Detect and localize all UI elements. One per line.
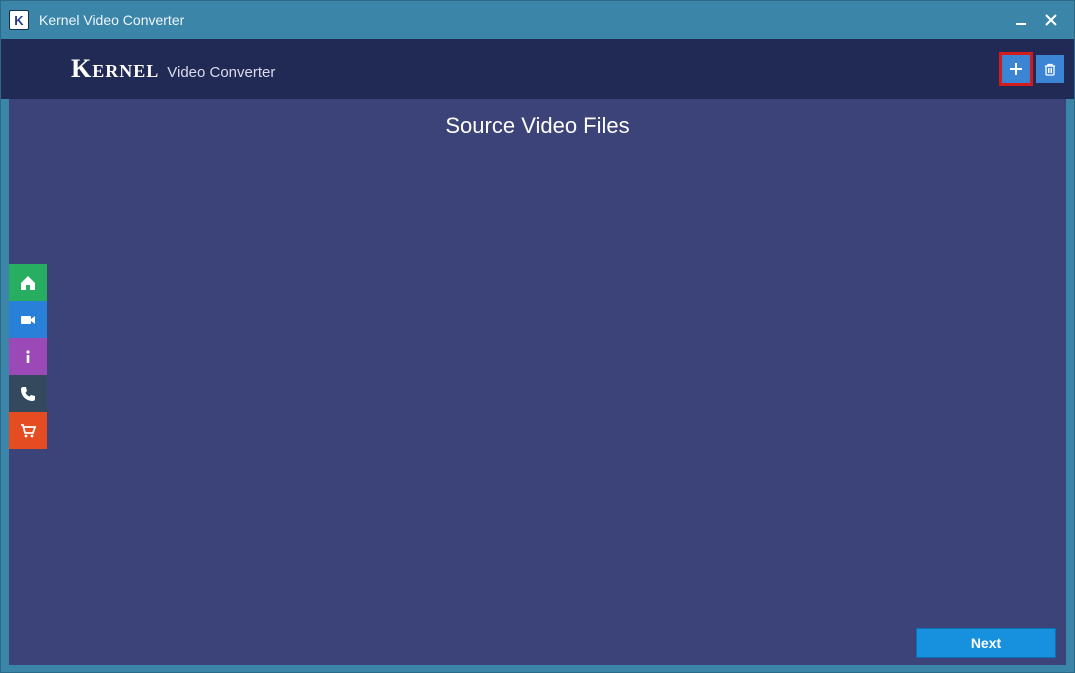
brand-main: Kernel — [71, 54, 159, 84]
next-button[interactable]: Next — [916, 628, 1056, 658]
app-window: K Kernel Video Converter Kernel Video Co… — [0, 0, 1075, 673]
home-icon — [19, 274, 37, 292]
file-list-area[interactable] — [9, 147, 1066, 627]
main-panel: Source Video Files Next — [9, 99, 1066, 665]
app-icon-letter: K — [14, 13, 23, 28]
minimize-button[interactable] — [1006, 6, 1036, 34]
side-toolbar — [9, 264, 47, 449]
minimize-icon — [1015, 14, 1027, 26]
brand-sub: Video Converter — [167, 64, 275, 81]
cart-icon — [19, 422, 37, 440]
sidebar-item-home[interactable] — [9, 264, 47, 301]
sidebar-item-video[interactable] — [9, 301, 47, 338]
app-header: Kernel Video Converter — [1, 39, 1074, 99]
close-button[interactable] — [1036, 6, 1066, 34]
brand: Kernel Video Converter — [71, 54, 275, 84]
close-icon — [1045, 14, 1057, 26]
header-actions — [1002, 55, 1064, 83]
info-icon — [19, 348, 37, 366]
app-icon: K — [9, 10, 29, 30]
add-file-button[interactable] — [1002, 55, 1030, 83]
main-panel-title: Source Video Files — [9, 99, 1066, 147]
phone-icon — [19, 385, 37, 403]
sidebar-item-buy[interactable] — [9, 412, 47, 449]
sidebar-item-contact[interactable] — [9, 375, 47, 412]
delete-file-button[interactable] — [1036, 55, 1064, 83]
plus-icon — [1009, 62, 1023, 76]
title-bar: K Kernel Video Converter — [1, 1, 1074, 39]
trash-icon — [1043, 62, 1057, 76]
video-icon — [19, 311, 37, 329]
footer: Next — [9, 627, 1066, 665]
next-button-label: Next — [971, 635, 1001, 651]
window-title: Kernel Video Converter — [39, 12, 184, 28]
sidebar-item-info[interactable] — [9, 338, 47, 375]
